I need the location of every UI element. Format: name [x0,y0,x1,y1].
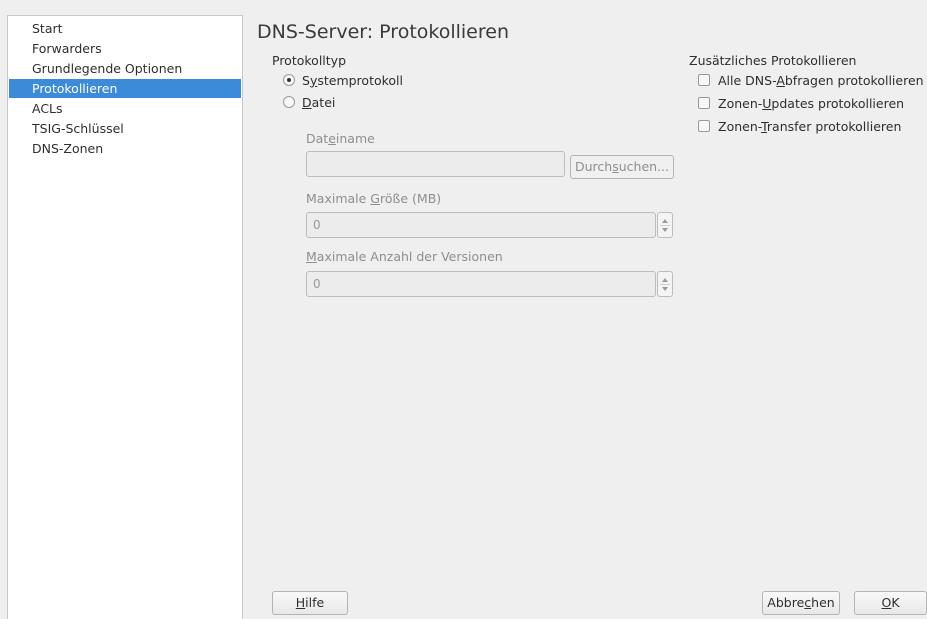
nav-item-start[interactable]: Start [9,19,241,38]
page-title: DNS-Server: Protokollieren [257,21,509,43]
max-versions-input[interactable]: 0 [306,271,656,297]
nav-item-logging[interactable]: Protokollieren [9,79,241,98]
ok-button[interactable]: OK [854,591,927,615]
stepper-up-icon[interactable] [662,218,668,223]
nav-item-dns-zones[interactable]: DNS-Zonen [9,139,241,158]
nav-item-tsig-keys[interactable]: TSIG-Schlüssel [9,119,241,138]
checkbox-log-zone-updates-label: Zonen-Updates protokollieren [718,95,905,111]
nav-item-acls[interactable]: ACLs [9,99,241,118]
max-versions-stepper[interactable] [657,271,673,297]
radio-file-log-label: Datei [302,94,336,110]
checkbox-log-zone-transfer[interactable]: Zonen-Transfer protokollieren [698,117,901,135]
radio-file-log[interactable]: Datei [283,93,335,111]
nav-item-forwarders[interactable]: Forwarders [9,39,241,58]
radio-button-checked[interactable] [283,74,295,86]
nav-item-basic-options[interactable]: Grundlegende Optionen [9,59,241,78]
navigation-panel: Start Forwarders Grundlegende Optionen P… [7,15,243,619]
checkbox-log-zone-updates[interactable]: Zonen-Updates protokollieren [698,94,904,112]
checkbox-log-zone-transfer-label: Zonen-Transfer protokollieren [718,118,902,134]
radio-system-log[interactable]: Systemprotokoll [283,71,403,89]
checkbox-box[interactable] [698,120,710,132]
max-size-input[interactable]: 0 [306,212,656,238]
radio-button[interactable] [283,96,295,108]
logging-type-label: Protokolltyp [272,53,346,68]
stepper-divider [660,283,670,285]
main-panel: DNS-Server: Protokollieren Protokolltyp … [243,0,927,619]
additional-logging-label: Zusätzliches Protokollieren [689,53,857,68]
stepper-up-icon[interactable] [662,277,668,282]
max-size-stepper[interactable] [657,212,673,238]
stepper-down-icon[interactable] [662,286,668,291]
max-versions-label: Maximale Anzahl der Versionen [306,249,503,264]
checkbox-log-all-queries[interactable]: Alle DNS-Abfragen protokollieren [698,71,924,89]
checkbox-log-all-queries-label: Alle DNS-Abfragen protokollieren [718,72,924,88]
filename-label: Dateiname [306,131,375,146]
max-size-label: Maximale Größe (MB) [306,191,442,206]
checkbox-box[interactable] [698,97,710,109]
browse-button[interactable]: Durchsuchen... [570,155,674,179]
help-button[interactable]: Hilfe [272,591,348,615]
stepper-divider [660,224,670,226]
radio-system-log-label: Systemprotokoll [302,72,404,88]
cancel-button[interactable]: Abbrechen [762,591,840,615]
checkbox-box[interactable] [698,74,710,86]
filename-input[interactable] [306,151,565,177]
stepper-down-icon[interactable] [662,227,668,232]
